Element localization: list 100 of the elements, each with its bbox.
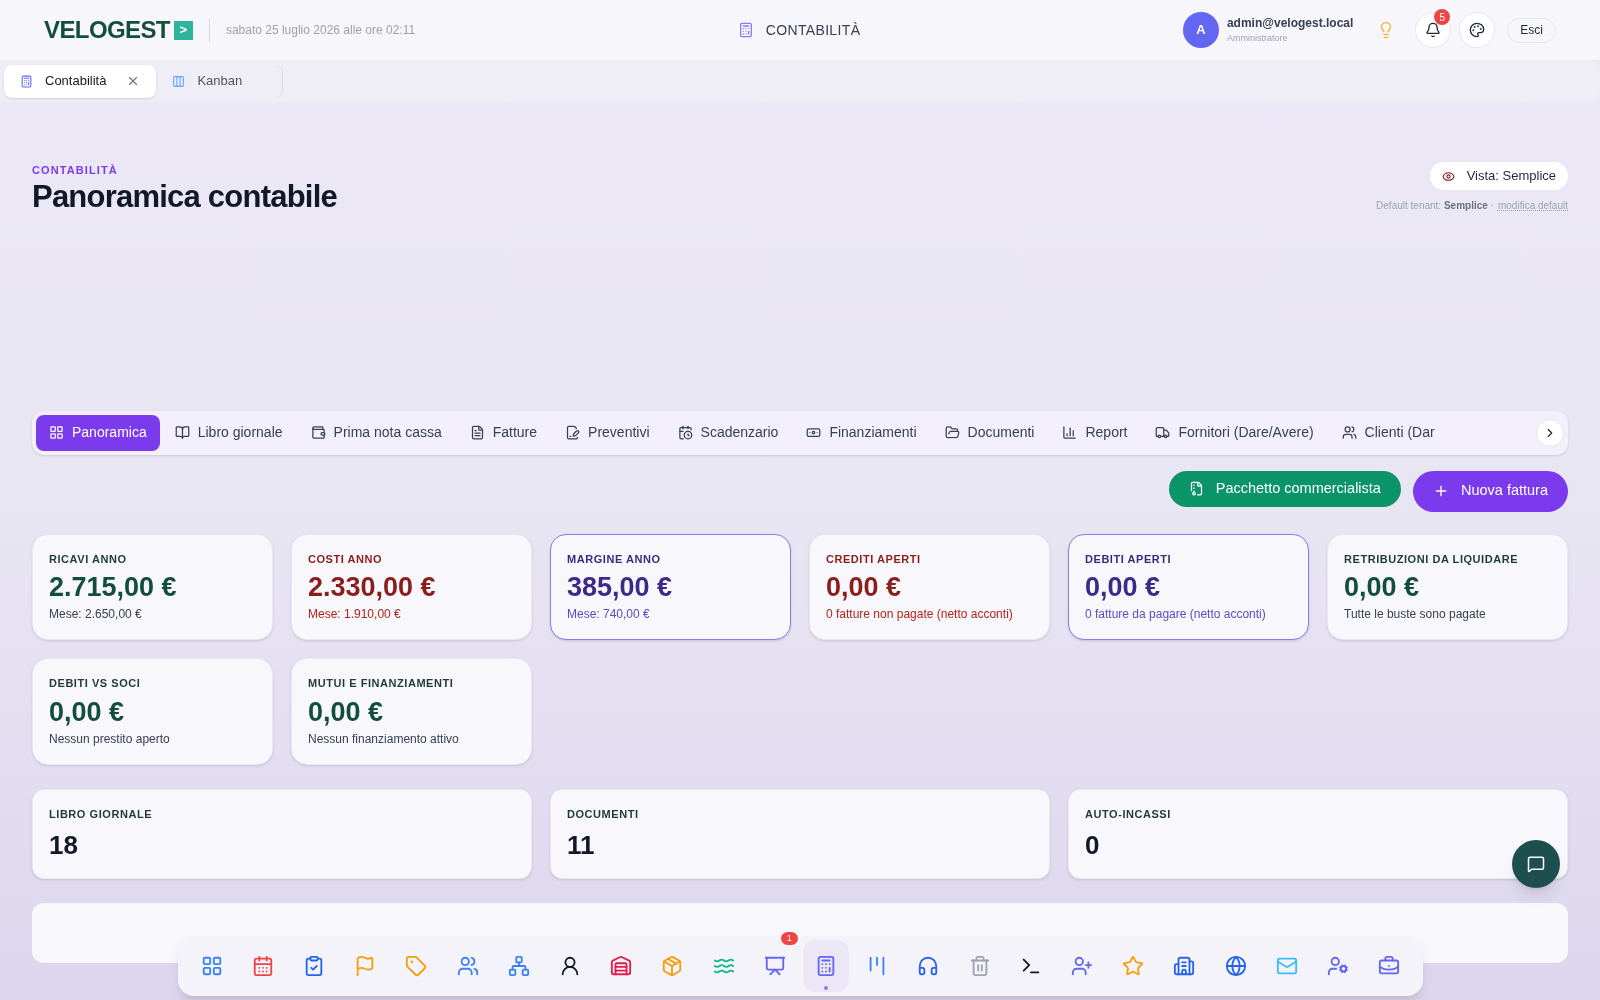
users-icon (1341, 425, 1357, 440)
kpi-label: MARGINE ANNO (567, 551, 662, 567)
headset-icon (917, 955, 940, 977)
section-tab[interactable]: Prima nota cassa (297, 414, 455, 451)
logo-text: VELOGEST (44, 15, 170, 45)
section-title: CONTABILITÀ (765, 20, 861, 40)
person-icon (559, 955, 581, 977)
kpi-value: 385,00 € (567, 571, 674, 603)
action-button[interactable]: Pacchetto commercialista (1168, 470, 1401, 507)
kpi-label: DEBITI VS SOCI (49, 676, 142, 691)
page-title: Panoramica contabile (32, 178, 337, 215)
package-icon (661, 955, 684, 977)
kpi-note: Nessun prestito aperto (49, 730, 171, 748)
kpi-note: Mese: 740,00 € (567, 606, 651, 623)
briefcase-icon (1378, 955, 1401, 977)
counter-label: LIBRO GIORNALE (49, 806, 154, 822)
clipboard-check-icon (303, 955, 325, 977)
open-tab-label: Contabilità (45, 72, 107, 91)
dock-badge: 1 (780, 932, 798, 945)
notifications-button[interactable]: 5 (1415, 12, 1452, 48)
grid-icon (200, 955, 223, 977)
view-mode-button[interactable]: Vista: Semplice (1429, 162, 1568, 190)
kpi-note: Tutte le buste sono pagate (1344, 606, 1487, 623)
warehouse-icon (610, 955, 633, 977)
mail-icon (1275, 955, 1298, 977)
counter-label: AUTO-INCASSI (1085, 806, 1172, 822)
kpi-value: 2.715,00 € (49, 571, 178, 603)
book-icon (174, 425, 190, 440)
file-archive-icon (1188, 481, 1204, 496)
eye-icon (1441, 169, 1455, 183)
date-time: sabato 25 luglio 2026 alle ore 02:11 (225, 22, 416, 39)
section-tab[interactable]: Panoramica (36, 414, 160, 451)
open-tab-label: Kanban (197, 72, 243, 91)
kpi-value: 0,00 € (49, 695, 126, 728)
calculator-icon (737, 22, 754, 38)
grid-icon (49, 425, 64, 440)
presentation-icon (763, 955, 786, 977)
kpi-note: 0 fatture da pagare (netto acconti) (1085, 606, 1267, 623)
kpi-note: 0 fatture non pagate (netto acconti) (826, 606, 1014, 623)
user-role: Amministratore (1226, 32, 1289, 46)
building-icon (1173, 955, 1196, 977)
kpi-value: 0,00 € (826, 571, 903, 603)
document-pen-icon (565, 425, 581, 440)
user-add-icon (1071, 955, 1094, 977)
document-icon (469, 425, 485, 440)
chat-icon (1527, 855, 1545, 873)
bell-icon (1425, 22, 1442, 38)
section-tab[interactable]: Report (1049, 414, 1141, 451)
kpi-label: MUTUI E FINANZIAMENTI (308, 676, 455, 691)
user-avatar: A (1182, 12, 1219, 48)
user-settings-icon (1327, 955, 1350, 977)
kpi-note: Mese: 2.650,00 € (49, 606, 143, 623)
kpi-label: CREDITI APERTI (826, 551, 922, 567)
kpi-value: 0,00 € (1085, 571, 1162, 603)
tag-icon (405, 955, 428, 977)
notification-badge: 5 (1434, 9, 1451, 25)
banknote-icon (806, 425, 822, 440)
counter-label: DOCUMENTI (567, 806, 640, 822)
calendar-icon (251, 955, 274, 977)
section-tab[interactable]: Finanziamenti (793, 414, 930, 451)
star-icon (1122, 955, 1145, 977)
action-button[interactable]: Nuova fattura (1412, 470, 1568, 512)
calendar-clock-icon (677, 425, 693, 440)
logout-button[interactable]: Esci (1507, 17, 1556, 43)
kpi-value: 0,00 € (308, 695, 385, 728)
counter-value: 18 (49, 829, 78, 862)
section-tab[interactable]: Clienti (Dar (1328, 414, 1448, 451)
wallet-icon (310, 425, 326, 440)
section-tab[interactable]: Fornitori (Dare/Avere) (1142, 414, 1327, 451)
section-tab[interactable]: Documenti (931, 414, 1048, 451)
kpi-value: 2.330,00 € (308, 571, 437, 603)
kpi-label: DEBITI APERTI (1085, 551, 1173, 567)
trash-icon (968, 955, 991, 977)
page-eyebrow: CONTABILITÀ (32, 163, 119, 178)
user-email: admin@velogest.local (1226, 15, 1354, 33)
default-tenant-text: Default tenant: Semplice · (1376, 199, 1494, 213)
columns-icon (172, 74, 186, 88)
folder-icon (944, 425, 960, 440)
counter-value: 0 (1085, 829, 1100, 862)
palette-button[interactable] (1459, 12, 1496, 48)
section-tab[interactable]: Preventivi (552, 414, 663, 451)
section-tab[interactable]: Fatture (456, 414, 551, 451)
kpi-note: Mese: 1.910,00 € (308, 606, 402, 623)
kpi-label: RETRIBUZIONI DA LIQUIDARE (1344, 551, 1520, 567)
logo-mark: > (173, 20, 193, 40)
calculator-icon (20, 74, 33, 88)
users-icon (456, 955, 479, 977)
kpi-label: RICAVI ANNO (49, 551, 128, 567)
truck-icon (1155, 425, 1171, 440)
kpi-value: 0,00 € (1344, 571, 1421, 603)
section-tab[interactable]: Scadenzario (664, 414, 792, 451)
palette-icon (1469, 22, 1486, 38)
kpi-note: Nessun finanziamento attivo (308, 730, 460, 748)
counter-value: 11 (567, 829, 595, 862)
kpi-label: COSTI ANNO (308, 551, 384, 567)
open-tab[interactable]: Kanban (156, 64, 284, 98)
bar-chart-icon (1062, 425, 1078, 440)
open-tab[interactable]: Contabilità (4, 64, 157, 98)
network-icon (507, 955, 530, 977)
section-tab[interactable]: Libro giornale (161, 414, 296, 451)
